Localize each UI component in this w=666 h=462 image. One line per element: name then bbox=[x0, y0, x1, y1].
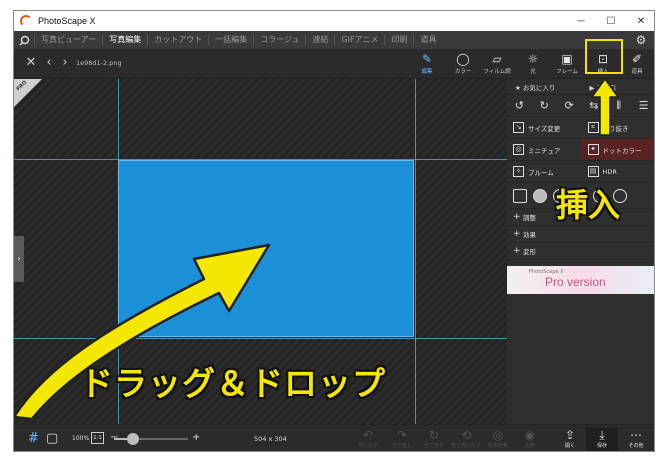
more-icon: ⋯ bbox=[630, 428, 642, 442]
tool-film[interactable]: ▱ フィルム調 bbox=[480, 51, 514, 78]
preset-circle[interactable] bbox=[533, 188, 547, 203]
image-canvas[interactable]: PRO › ドラッグ＆ドロップ bbox=[14, 79, 507, 424]
actual-size-button[interactable]: 1:1 bbox=[91, 432, 104, 444]
more-button[interactable]: ⋯ その他 bbox=[620, 428, 652, 449]
bloom-icon: ✧ bbox=[513, 166, 524, 177]
tab-favorites[interactable]: ★ お気に入り bbox=[507, 82, 582, 92]
save-button[interactable]: ⤓ 保存 bbox=[586, 428, 618, 451]
tool-color[interactable]: ◯ カラー bbox=[446, 51, 480, 78]
compare-circle-icon: ◉ bbox=[524, 428, 536, 442]
flip-vertical-icon[interactable]: ☰ bbox=[637, 99, 651, 113]
editor-toolbar: ✕ ‹ › 1e98d1-2.png ✎ 編集 ◯ カラー ▱ フィルム調 ☼ … bbox=[14, 49, 654, 79]
gear-icon[interactable]: ⚙ bbox=[634, 33, 648, 47]
zoom-in-icon[interactable]: + bbox=[192, 432, 200, 443]
menu-photo-viewer[interactable]: 写真ビューアー bbox=[34, 35, 102, 45]
title-bar: PhotoScape X ─ ☐ ✕ bbox=[14, 11, 654, 31]
app-logo-icon bbox=[20, 15, 32, 27]
maximize-button[interactable]: ☐ bbox=[596, 11, 626, 31]
function-row: ◎ ミニチュア ✦ ドットカラー bbox=[507, 139, 654, 161]
compare-original-button[interactable]: ◎ 原本比較 bbox=[482, 428, 514, 449]
miniature-icon: ◎ bbox=[513, 144, 524, 155]
open-button[interactable]: ⇪ 開く bbox=[554, 428, 586, 449]
menu-collage[interactable]: コラージュ bbox=[253, 35, 305, 45]
next-image-icon[interactable]: › bbox=[58, 55, 72, 71]
compare-icon: ◎ bbox=[492, 428, 504, 442]
revert-icon: ↻ bbox=[428, 428, 440, 442]
tool-edit[interactable]: ✎ 編集 bbox=[410, 51, 444, 78]
redo-button[interactable]: ↷ やり直し bbox=[386, 428, 418, 449]
section-transform[interactable]: + 変形 bbox=[507, 243, 654, 260]
resize-button[interactable]: ↘ サイズ変更 bbox=[507, 117, 582, 138]
list-icon[interactable] bbox=[513, 188, 527, 203]
search-icon[interactable] bbox=[14, 31, 34, 49]
plus-icon: + bbox=[513, 229, 521, 239]
panel-tabs: ★ お気に入り ▶ マクロ bbox=[507, 79, 654, 95]
tool-frame[interactable]: ▣ フレーム bbox=[550, 51, 584, 78]
tool-light[interactable]: ☼ 光 bbox=[516, 51, 550, 78]
sun-icon: ☼ bbox=[527, 52, 539, 66]
close-button[interactable]: ✕ bbox=[626, 11, 654, 31]
zoom-slider[interactable] bbox=[114, 433, 188, 445]
rotate-icon[interactable]: ⟳ bbox=[562, 99, 576, 113]
resize-icon: ↘ bbox=[513, 122, 524, 133]
compare-button[interactable]: ◉ 比較 bbox=[514, 428, 546, 449]
plus-icon: + bbox=[513, 246, 521, 256]
minimize-button[interactable]: ─ bbox=[566, 11, 596, 31]
revert-all-button[interactable]: ⟲ 全て元に戻す bbox=[450, 428, 482, 449]
hdr-icon: ▤ bbox=[587, 166, 599, 177]
menu-bar: 写真ビューアー 写真編集 カットアウト 一括編集 コラージュ 連結 GIFアニメ… bbox=[14, 31, 654, 49]
bloom-button[interactable]: ✧ ブルーム bbox=[507, 161, 582, 182]
zoom-readout: 100% bbox=[72, 435, 90, 442]
rotate-right-icon[interactable]: ↻ bbox=[537, 99, 551, 113]
save-icon: ⤓ bbox=[599, 428, 605, 442]
menu-batch[interactable]: 一括編集 bbox=[208, 35, 253, 45]
revert-all-icon: ⟲ bbox=[460, 428, 472, 442]
grid-icon[interactable]: # bbox=[28, 431, 39, 447]
file-name: 1e98d1-2.png bbox=[76, 59, 122, 67]
insert-highlight-box bbox=[585, 39, 623, 74]
film-icon: ▱ bbox=[492, 52, 502, 66]
menu-cutout[interactable]: カットアウト bbox=[147, 35, 208, 45]
menu-gif[interactable]: GIFアニメ bbox=[334, 35, 384, 45]
compare-view-icon[interactable]: ▢ bbox=[46, 431, 58, 447]
status-bar: # ▢ 100% 1:1 − + 504 x 304 ↶元に戻す ↷やり直し ↻… bbox=[14, 424, 654, 451]
prev-image-icon[interactable]: ‹ bbox=[42, 55, 56, 71]
zoom-slider-thumb[interactable] bbox=[126, 433, 139, 445]
close-editor-icon[interactable]: ✕ bbox=[24, 55, 38, 71]
edit-icon: ✎ bbox=[421, 52, 433, 66]
redo-icon: ↷ bbox=[396, 428, 408, 442]
image-dimensions: 504 x 304 bbox=[254, 435, 287, 443]
frame-icon: ▣ bbox=[561, 52, 573, 66]
dot-color-button[interactable]: ✦ ドットカラー bbox=[581, 139, 654, 160]
tools-icon: ✐ bbox=[631, 52, 643, 66]
miniature-button[interactable]: ◎ ミニチュア bbox=[507, 139, 582, 160]
app-window: PhotoScape X ─ ☐ ✕ 写真ビューアー 写真編集 カットアウト 一… bbox=[13, 10, 655, 452]
share-icon: ⇪ bbox=[564, 428, 576, 442]
tool-tools[interactable]: ✐ 道具 bbox=[620, 51, 654, 78]
pro-ad-banner[interactable]: PhotoScape X Pro version bbox=[507, 266, 654, 294]
function-row: ↘ サイズ変更 ⌗ 切り抜き bbox=[507, 117, 654, 139]
undo-button[interactable]: ↶ 元に戻す bbox=[352, 428, 384, 449]
section-effects[interactable]: + 効果 bbox=[507, 226, 654, 243]
up-arrow-icon bbox=[591, 78, 619, 136]
plus-icon: + bbox=[513, 212, 521, 222]
revert-button[interactable]: ↻ 全て戻す bbox=[418, 428, 450, 449]
guide-line bbox=[415, 79, 416, 424]
insert-annotation: 挿入 bbox=[556, 186, 621, 224]
hdr-button[interactable]: ▤ HDR bbox=[582, 161, 655, 182]
menu-tools[interactable]: 道具 bbox=[413, 35, 442, 45]
menu-combine[interactable]: 連結 bbox=[305, 35, 334, 45]
wand-icon: ✦ bbox=[587, 144, 599, 155]
edit-panel: ★ お気に入り ▶ マクロ ↺ ↻ ⟳ ⇆ ⫴ ☰ ↘サイズ変更 ⌗切り抜き ◎… bbox=[507, 79, 655, 424]
rotate-row: ↺ ↻ ⟳ ⇆ ⫴ ☰ bbox=[507, 95, 654, 117]
window-title: PhotoScape X bbox=[38, 16, 96, 26]
color-icon: ◯ bbox=[456, 52, 470, 66]
undo-icon: ↶ bbox=[362, 428, 374, 442]
drag-drop-annotation: ドラッグ＆ドロップ bbox=[80, 364, 386, 403]
menu-print[interactable]: 印刷 bbox=[384, 35, 413, 45]
menu-photo-editor[interactable]: 写真編集 bbox=[102, 35, 147, 45]
rotate-left-icon[interactable]: ↺ bbox=[512, 99, 526, 113]
